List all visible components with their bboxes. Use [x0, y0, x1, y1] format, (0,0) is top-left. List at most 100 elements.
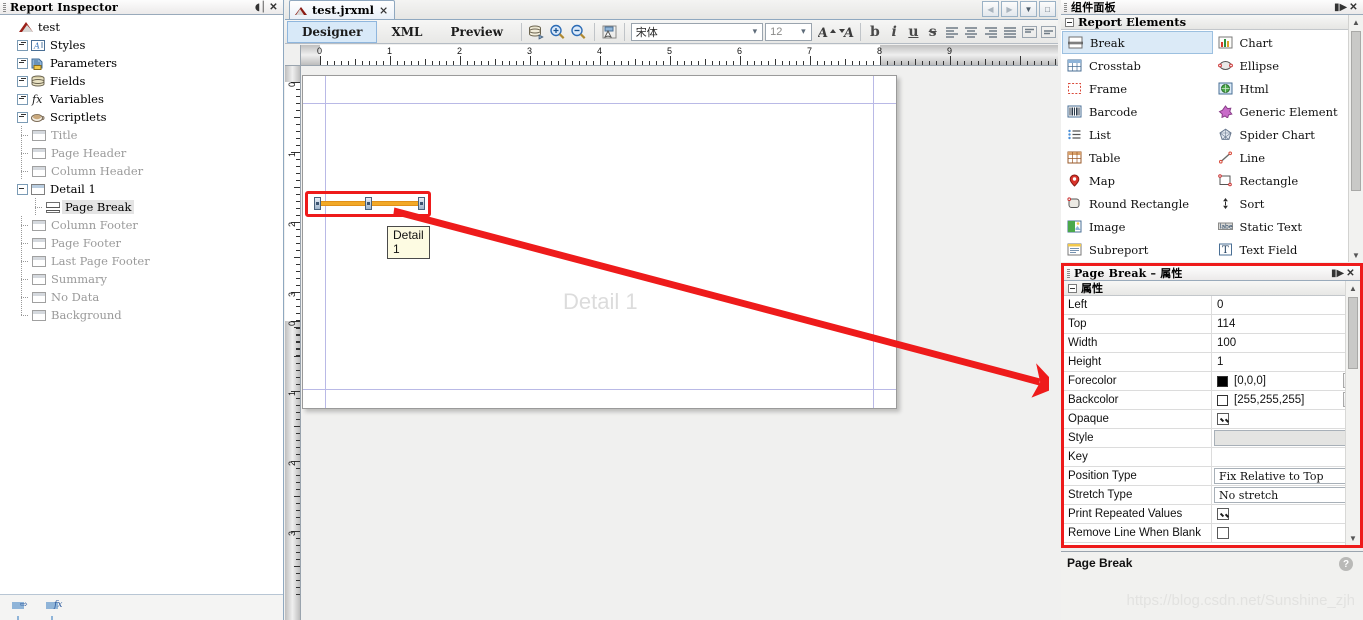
tree-node-column-header[interactable]: Column Header	[2, 162, 283, 180]
underline-button[interactable]: u	[904, 22, 923, 42]
palette-item-rectangle[interactable]: Rectangle	[1213, 169, 1363, 192]
palette-item-crosstab[interactable]: Crosstab	[1062, 54, 1213, 77]
palette-item-break[interactable]: Break	[1062, 31, 1213, 54]
minimize-icon[interactable]: ▮▶	[1334, 2, 1347, 13]
property-value-opaque[interactable]	[1212, 410, 1360, 428]
close-icon[interactable]: ✕	[1344, 268, 1357, 279]
property-value-key[interactable]	[1212, 448, 1360, 466]
tab-prev-icon[interactable]: ◀	[982, 1, 999, 17]
property-value-print-repeated-values[interactable]	[1212, 505, 1360, 523]
help-icon[interactable]: ?	[1339, 557, 1353, 571]
dropdown[interactable]: ▾	[1214, 430, 1358, 446]
report-page[interactable]: Detail 1 Detail 1	[302, 75, 897, 409]
palette-item-text-field[interactable]: T Text Field	[1213, 238, 1363, 261]
palette-item-map[interactable]: Map	[1062, 169, 1213, 192]
palette-items-grid[interactable]: Break Chart Crosstab Ellipse Frame Html Barcod…	[1061, 30, 1363, 262]
filter-expression-icon[interactable]: fx	[46, 600, 64, 620]
properties-scroll-thumb[interactable]	[1348, 297, 1358, 369]
property-value-position-type[interactable]: Fix Relative to Top▾	[1212, 467, 1360, 485]
tree-node-variables[interactable]: fx Variables	[2, 90, 283, 108]
property-value-width[interactable]: 100	[1212, 334, 1360, 352]
collapse-toggle-icon[interactable]	[16, 183, 28, 195]
color-swatch[interactable]	[1217, 394, 1228, 406]
tree-node-detail-1[interactable]: Detail 1	[2, 180, 283, 198]
tab-xml[interactable]: XML	[377, 21, 436, 43]
palette-item-subreport[interactable]: Subreport	[1062, 238, 1213, 261]
close-icon[interactable]: ✕	[1347, 2, 1360, 13]
color-swatch[interactable]	[1217, 375, 1228, 387]
align-center-icon[interactable]	[962, 22, 981, 42]
checkbox[interactable]	[1217, 413, 1229, 425]
palette-item-image[interactable]: Image	[1062, 215, 1213, 238]
properties-group-header[interactable]: 属性	[1064, 281, 1360, 296]
property-value-top[interactable]: 114	[1212, 315, 1360, 333]
palette-item-list[interactable]: List	[1062, 123, 1213, 146]
properties-scrollbar[interactable]: ▲ ▼	[1345, 281, 1360, 545]
palette-item-frame[interactable]: Frame	[1062, 77, 1213, 100]
scroll-down-icon[interactable]: ▼	[1346, 531, 1360, 545]
tree-node-fields[interactable]: Fields	[2, 72, 283, 90]
scroll-up-icon[interactable]: ▲	[1346, 281, 1360, 295]
tab-list-icon[interactable]: ▼	[1020, 1, 1037, 17]
expand-toggle-icon[interactable]	[16, 75, 28, 87]
design-canvas[interactable]: Detail 1 Detail 1	[302, 67, 1049, 620]
tab-maximize-icon[interactable]: □	[1039, 1, 1056, 17]
zoom-in-icon[interactable]	[547, 22, 568, 42]
align-right-icon[interactable]	[981, 22, 1000, 42]
palette-item-spider-chart[interactable]: Spider Chart	[1213, 123, 1363, 146]
close-icon[interactable]: ✕	[267, 2, 280, 13]
palette-item-generic-element[interactable]: Generic Element	[1213, 100, 1363, 123]
palette-item-html[interactable]: Html	[1213, 77, 1363, 100]
expand-toggle-icon[interactable]	[16, 111, 28, 123]
editor-tab-test-jrxml[interactable]: test.jrxml ×	[289, 0, 396, 19]
format-painter-icon[interactable]	[599, 22, 620, 42]
tree-node-scriptlets[interactable]: Scriptlets	[2, 108, 283, 126]
properties-rows[interactable]: Left 0 Top 114 Width 100 Height 1 Forecolor [0,0,…	[1064, 296, 1360, 545]
tab-next-icon[interactable]: ▶	[1001, 1, 1018, 17]
strikethrough-button[interactable]: s	[923, 22, 942, 42]
expand-toggle-icon[interactable]	[16, 57, 28, 69]
checkbox[interactable]	[1217, 527, 1229, 539]
tree-node-test[interactable]: test	[2, 18, 283, 36]
decrease-font-icon[interactable]: A	[837, 22, 856, 42]
font-size-select[interactable]: 12 ▾	[765, 22, 812, 41]
italic-button[interactable]: i	[884, 22, 903, 42]
palette-item-sort[interactable]: Sort	[1213, 192, 1363, 215]
tree-node-column-footer[interactable]: Column Footer	[2, 216, 283, 234]
property-value-forecolor[interactable]: [0,0,0]...	[1212, 372, 1360, 390]
tree-node-title[interactable]: Title	[2, 126, 283, 144]
scroll-down-icon[interactable]: ▼	[1349, 248, 1363, 262]
align-justify-icon[interactable]	[1000, 22, 1019, 42]
palette-item-ellipse[interactable]: Ellipse	[1213, 54, 1363, 77]
property-value-style[interactable]: ▾	[1212, 429, 1360, 447]
checkbox[interactable]	[1217, 508, 1229, 520]
tree-node-page-footer[interactable]: Page Footer	[2, 234, 283, 252]
property-value-left[interactable]: 0	[1212, 296, 1360, 314]
tree-node-background[interactable]: Background	[2, 306, 283, 324]
expand-toggle-icon[interactable]	[16, 93, 28, 105]
palette-item-static-text[interactable]: label Static Text	[1213, 215, 1363, 238]
tree-node-summary[interactable]: Summary	[2, 270, 283, 288]
palette-scroll-thumb[interactable]	[1351, 31, 1361, 191]
property-value-height[interactable]: 1	[1212, 353, 1360, 371]
tree-node-styles[interactable]: A Styles	[2, 36, 283, 54]
palette-scrollbar[interactable]: ▲ ▼	[1348, 15, 1363, 262]
increase-font-icon[interactable]: A	[818, 22, 837, 42]
valign-middle-icon[interactable]	[1039, 22, 1058, 42]
property-value-remove-line-when-blank[interactable]	[1212, 524, 1360, 542]
valign-top-icon[interactable]	[1019, 22, 1038, 42]
zoom-out-icon[interactable]	[568, 22, 589, 42]
palette-item-line[interactable]: Line	[1213, 146, 1363, 169]
palette-group-header[interactable]: Report Elements	[1061, 15, 1363, 30]
dataset-icon[interactable]	[526, 22, 547, 42]
tree-node-last-page-footer[interactable]: Last Page Footer	[2, 252, 283, 270]
expand-toggle-icon[interactable]	[16, 39, 28, 51]
tab-designer[interactable]: Designer	[287, 20, 378, 43]
property-value-stretch-type[interactable]: No stretch▾	[1212, 486, 1360, 504]
tree-node-no-data[interactable]: No Data	[2, 288, 283, 306]
minimize-icon[interactable]: ▮▶	[1331, 268, 1344, 279]
font-family-select[interactable]: 宋体 ▾	[630, 22, 764, 41]
palette-item-round-rectangle[interactable]: Round Rectangle	[1062, 192, 1213, 215]
minimize-icon[interactable]: ◖│	[254, 2, 267, 13]
dropdown[interactable]: Fix Relative to Top▾	[1214, 468, 1358, 484]
